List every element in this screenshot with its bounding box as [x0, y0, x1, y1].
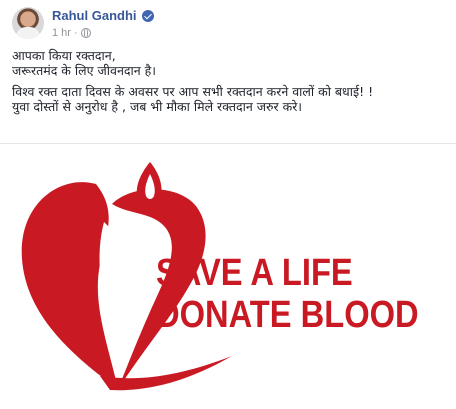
- meta-separator: ·: [73, 27, 78, 39]
- post-text-line: युवा दोस्तों से अनुरोध है , जब भी मौका म…: [12, 99, 303, 114]
- post-paragraph: विश्व रक्त दाता दिवस के अवसर पर आप सभी र…: [12, 84, 442, 114]
- post-timestamp[interactable]: 1 hr: [52, 27, 71, 39]
- swoosh-shape: [100, 356, 232, 391]
- post-paragraph: आपका किया रक्तदान, जरूरतमंद के लिए जीवनद…: [12, 48, 442, 78]
- avatar-figure: [16, 27, 40, 39]
- author-avatar[interactable]: [12, 7, 44, 39]
- author-line: Rahul Gandhi: [52, 7, 154, 24]
- post-meta: 1 hr ·: [52, 26, 91, 40]
- post-image[interactable]: SAVE A LIFE DONATE BLOOD: [0, 143, 456, 409]
- post-text-line: आपका किया रक्तदान,: [12, 48, 116, 63]
- globe-icon[interactable]: [80, 28, 91, 38]
- slogan-line-2: DONATE BLOOD: [156, 294, 419, 336]
- post-text-line: विश्व रक्त दाता दिवस के अवसर पर आप सभी र…: [12, 84, 374, 99]
- verified-badge-icon: [141, 9, 154, 22]
- facebook-post: Rahul Gandhi 1 hr · आपका किया रक्तदान, ज…: [0, 0, 456, 409]
- post-text: आपका किया रक्तदान, जरूरतमंद के लिए जीवनद…: [12, 48, 442, 120]
- slogan-line-1: SAVE A LIFE: [156, 252, 353, 294]
- author-name-link[interactable]: Rahul Gandhi: [52, 8, 137, 23]
- heart-inner-cut: [99, 222, 116, 340]
- post-text-line: जरूरतमंद के लिए जीवनदान है।: [12, 63, 157, 78]
- post-header: Rahul Gandhi 1 hr ·: [12, 7, 442, 41]
